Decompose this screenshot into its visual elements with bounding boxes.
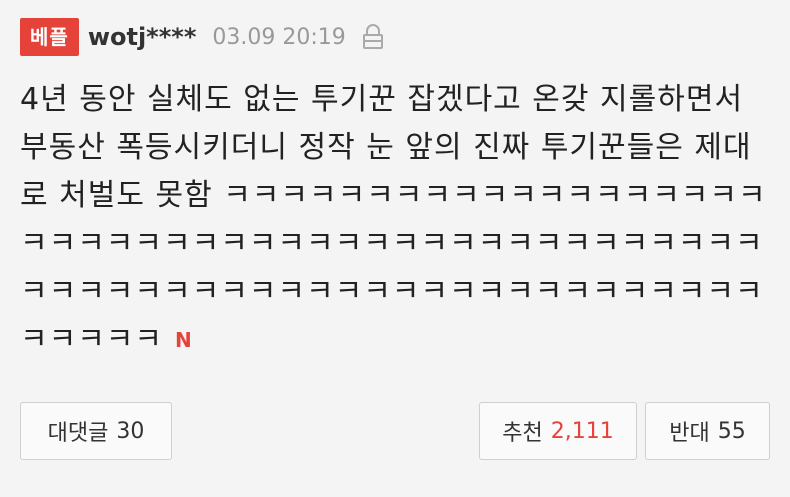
replies-button[interactable]: 대댓글 30 bbox=[20, 402, 172, 460]
oppose-count: 55 bbox=[717, 418, 746, 444]
replies-label: 대댓글 bbox=[47, 421, 109, 446]
comment-body: 4년 동안 실체도 없는 투기꾼 잡겠다고 온갖 지롤하면서 부동산 폭등시키더… bbox=[20, 76, 772, 364]
replies-count: 30 bbox=[116, 418, 145, 444]
username[interactable]: wotj**** bbox=[88, 23, 197, 51]
oppose-button[interactable]: 반대 55 bbox=[645, 402, 770, 460]
recommend-label: 추천 bbox=[502, 421, 543, 446]
comment-text: 4년 동안 실체도 없는 투기꾼 잡겠다고 온갖 지롤하면서 부동산 폭등시키더… bbox=[20, 82, 767, 357]
best-comment-badge: 베플 bbox=[20, 18, 79, 56]
comment-actions: 대댓글 30 추천 2,111 반대 55 bbox=[20, 402, 770, 462]
recommend-button[interactable]: 추천 2,111 bbox=[479, 402, 637, 460]
oppose-label: 반대 bbox=[669, 421, 710, 446]
timestamp: 03.09 20:19 bbox=[212, 24, 346, 50]
recommend-count: 2,111 bbox=[550, 418, 614, 444]
lock-icon bbox=[362, 24, 384, 50]
comment-meta: 베플 wotj**** 03.09 20:19 bbox=[20, 18, 770, 56]
comment-card: 베플 wotj**** 03.09 20:19 4년 동안 실체도 없는 투기꾼… bbox=[0, 0, 790, 497]
new-badge: N bbox=[175, 328, 193, 352]
